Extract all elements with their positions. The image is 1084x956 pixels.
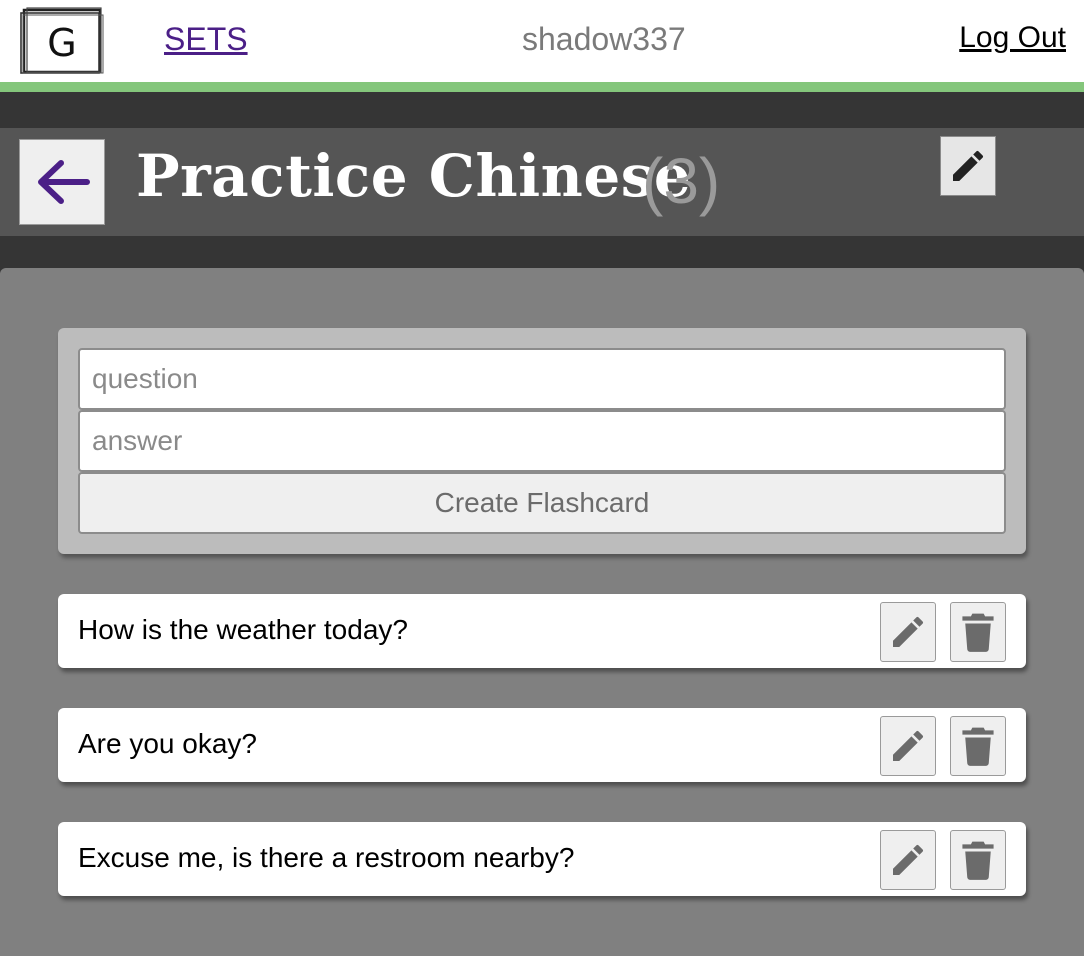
card-count: (3) (642, 145, 721, 217)
pencil-icon (893, 730, 924, 761)
flashcard-item[interactable]: Are you okay? (58, 708, 1026, 782)
pencil-icon (953, 150, 984, 181)
trash-icon (962, 613, 994, 652)
flashcard-item[interactable]: How is the weather today? (58, 594, 1026, 668)
flashcard-question: How is the weather today? (78, 614, 408, 645)
top-nav: G SETS shadow337 Log Out (0, 0, 1084, 82)
flashcard-item[interactable]: Excuse me, is there a restroom nearby? (58, 822, 1026, 896)
edit-card-button[interactable] (880, 716, 936, 776)
set-title-bar: Practice Chinese (3) (0, 128, 1084, 236)
create-flashcard-button[interactable]: Create Flashcard (78, 472, 1006, 534)
username-label: shadow337 (522, 21, 686, 57)
edit-set-button[interactable] (940, 136, 996, 196)
back-button[interactable] (19, 139, 105, 225)
logout-link[interactable]: Log Out (959, 21, 1066, 55)
logo-icon[interactable]: G (18, 6, 106, 78)
pencil-icon (893, 844, 924, 875)
nav-sets-link[interactable]: SETS (164, 21, 248, 58)
arrow-left-icon (38, 160, 90, 204)
trash-icon (962, 727, 994, 766)
create-flashcard-form: Create Flashcard (58, 328, 1026, 554)
edit-card-button[interactable] (880, 602, 936, 662)
logo-letter: G (47, 21, 76, 65)
set-title: Practice Chinese (136, 142, 692, 210)
flashcard-question: Are you okay? (78, 728, 257, 759)
delete-card-button[interactable] (950, 716, 1006, 776)
accent-bar (0, 82, 1084, 92)
delete-card-button[interactable] (950, 830, 1006, 890)
trash-icon (962, 841, 994, 880)
flashcard-question: Excuse me, is there a restroom nearby? (78, 842, 575, 873)
pencil-icon (893, 616, 924, 647)
edit-card-button[interactable] (880, 830, 936, 890)
delete-card-button[interactable] (950, 602, 1006, 662)
main-panel: Create Flashcard How is the weather toda… (0, 268, 1084, 956)
answer-input[interactable] (78, 410, 1006, 472)
question-input[interactable] (78, 348, 1006, 410)
